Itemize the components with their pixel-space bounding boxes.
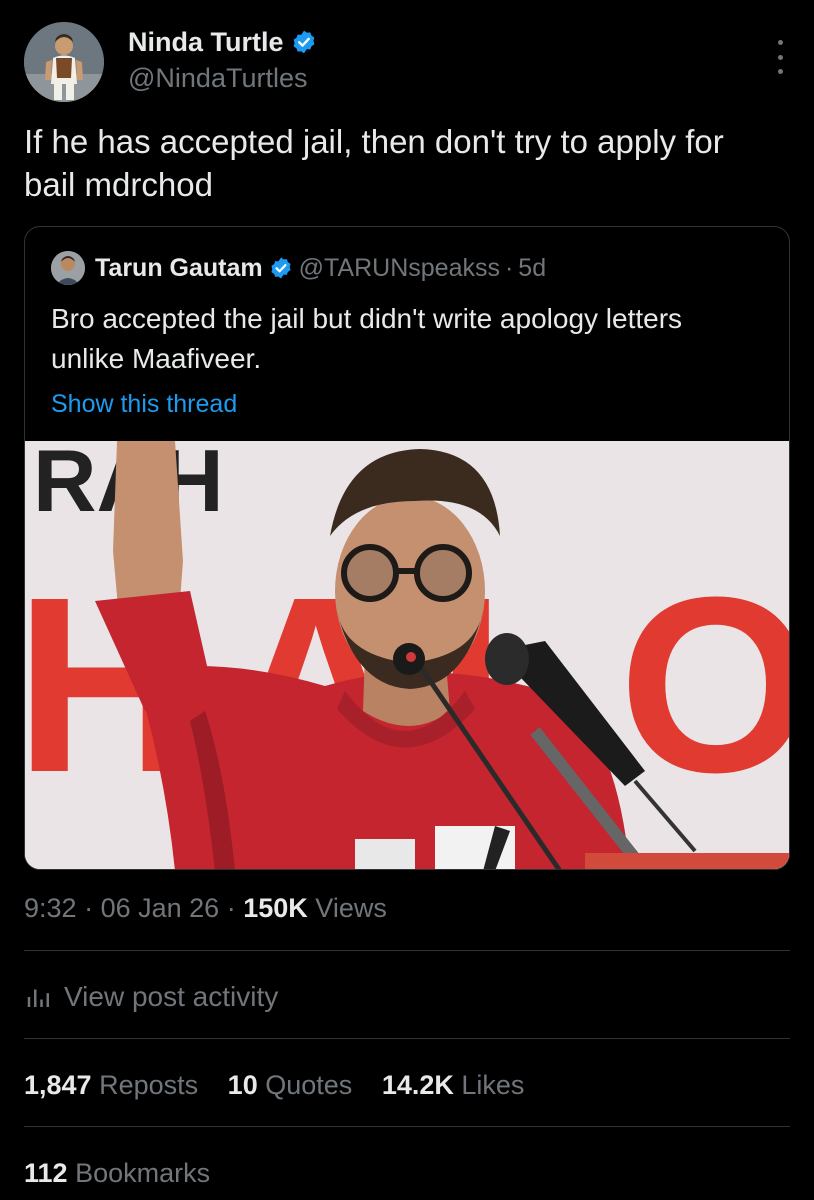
more-dot [777,69,783,74]
show-thread-link[interactable]: Show this thread [51,387,237,421]
reposts-label: Reposts [99,1070,199,1100]
likes-count: 14.2K [381,1070,454,1100]
quoted-tweet-photo[interactable]: RAH HALO [25,441,789,869]
quoted-tweet-text: Bro accepted the jail but didn't write a… [51,303,683,374]
speaker-photo-image: RAH HALO [25,441,789,869]
view-post-activity-label: View post activity [64,981,279,1012]
likes-stat[interactable]: 14.2K Likes [382,1070,525,1100]
quoted-author-name[interactable]: Tarun Gautam [95,251,263,285]
author-name-text: Ninda Turtle [128,27,284,57]
bookmarks-label: Bookmarks [75,1158,211,1188]
divider [24,1038,790,1039]
more-dot [777,40,783,45]
view-post-activity-button[interactable]: View post activity [24,980,278,1014]
author-avatar-image [24,22,104,102]
quoted-author-handle[interactable]: @TARUNspeakss [299,251,500,285]
tweet-text: If he has accepted jail, then don't try … [24,123,724,203]
quotes-label: Quotes [265,1070,353,1100]
quoted-separator: · [504,254,514,282]
quoted-timestamp[interactable]: 5d [518,251,546,285]
meta-separator: · [226,893,236,923]
tweet-meta: 9:32 · 06 Jan 26 · 150K Views [24,892,387,924]
verified-badge-icon [293,30,314,54]
more-dot [777,54,783,60]
author-avatar[interactable] [24,22,104,102]
tweet-time[interactable]: 9:32 [24,893,77,923]
divider [24,1126,790,1127]
divider [24,950,790,951]
likes-label: Likes [461,1070,525,1100]
more-options-icon[interactable] [774,40,786,74]
reposts-stat[interactable]: 1,847 Reposts [24,1070,198,1100]
quoted-author-avatar[interactable] [51,251,85,285]
bar-chart-icon [27,989,49,1007]
quoted-verified-badge-icon [271,257,291,279]
quoted-tweet-header: Tarun Gautam @TARUNspeakss · 5d [51,251,546,285]
author-display-name[interactable]: Ninda Turtle [128,26,317,58]
quoted-tweet-card[interactable]: Tarun Gautam @TARUNspeakss · 5d Bro acce… [24,226,790,870]
tweet-date[interactable]: 06 Jan 26 [101,893,220,923]
reposts-count: 1,847 [24,1070,92,1100]
meta-separator: · [84,893,94,923]
quotes-count: 10 [227,1070,258,1100]
bookmarks-count: 112 [24,1158,68,1188]
quoted-avatar-image [51,251,85,285]
views-count: 150K [243,893,308,923]
bookmarks-stat[interactable]: 112 Bookmarks [24,1156,210,1190]
author-handle[interactable]: @NindaTurtles [128,62,307,94]
views-label: Views [315,893,387,923]
engagement-stats: 1,847 Reposts 10 Quotes 14.2K Likes [24,1068,546,1102]
quotes-stat[interactable]: 10 Quotes [228,1070,353,1100]
